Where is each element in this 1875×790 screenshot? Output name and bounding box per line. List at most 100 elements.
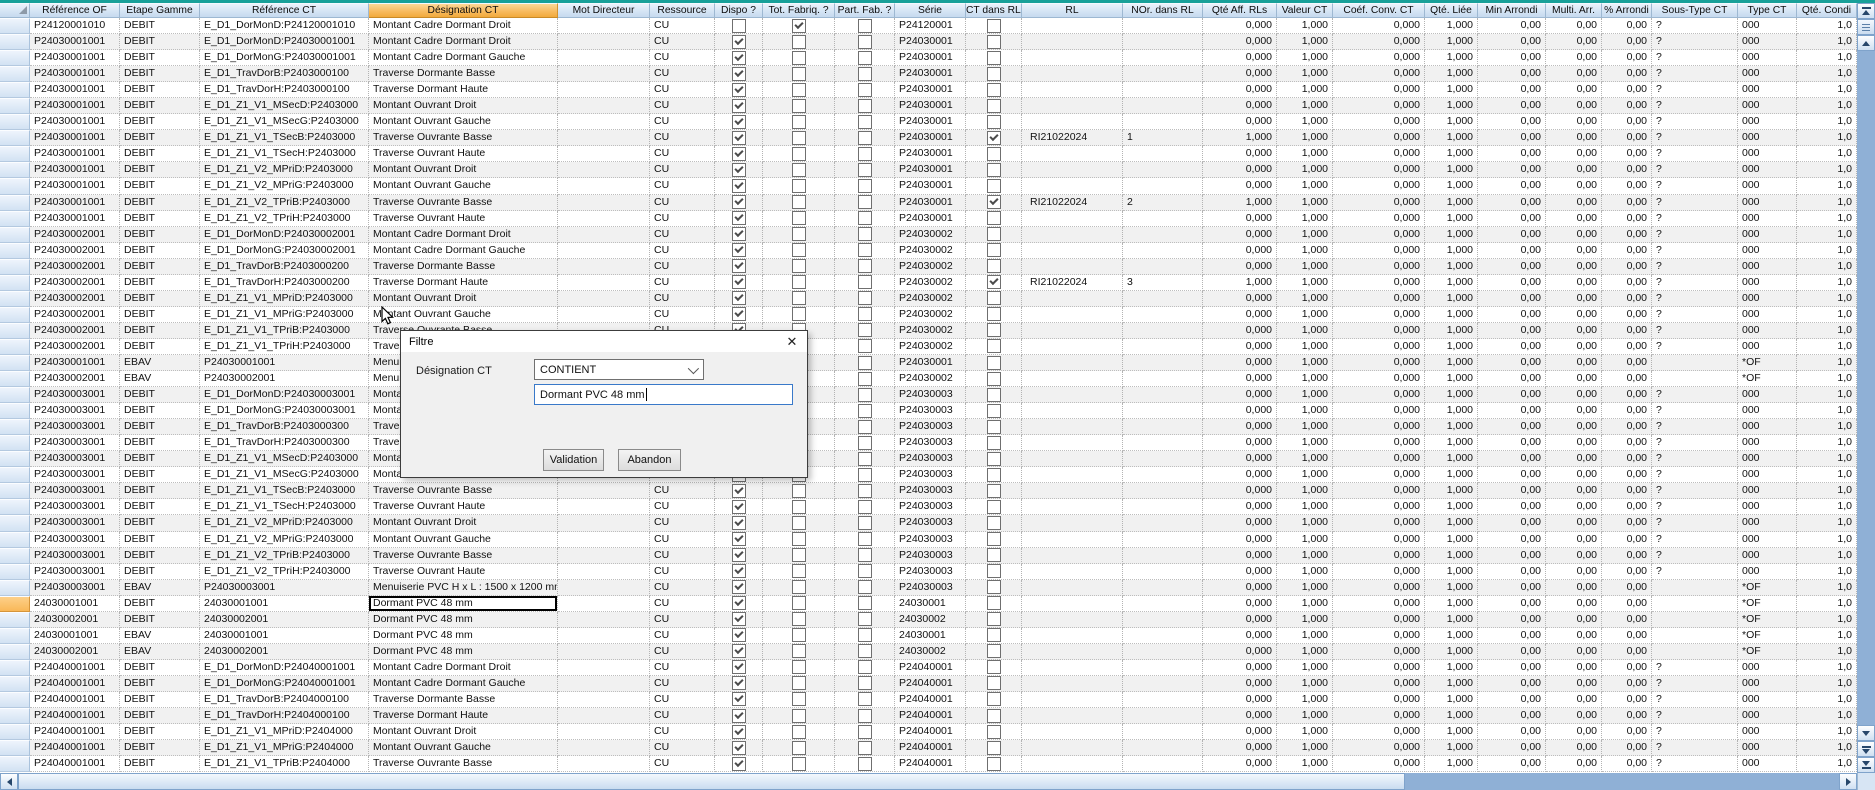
cell-tot_fabriq[interactable] xyxy=(763,146,835,162)
cell-part_fab[interactable] xyxy=(835,467,895,483)
cell-tot_fabriq[interactable] xyxy=(763,195,835,211)
cell-rl[interactable] xyxy=(1022,387,1123,403)
cell-ressource[interactable]: CU xyxy=(650,740,715,756)
cell-qte_condi[interactable]: 1,0 xyxy=(1797,162,1857,178)
cell-qte_liee[interactable]: 1,000 xyxy=(1425,596,1478,612)
cell-qte_aff_rls[interactable]: 0,000 xyxy=(1203,146,1277,162)
cell-rl[interactable] xyxy=(1022,307,1123,323)
cell-ref_ct[interactable]: E_D1_TravDorB:P2403000300 xyxy=(200,419,369,435)
cell-designation_ct[interactable]: Traverse Ouvrante Basse xyxy=(369,483,558,499)
cell-rl[interactable] xyxy=(1022,419,1123,435)
cell-valeur_ct[interactable]: 1,000 xyxy=(1277,371,1333,387)
cell-ref_of[interactable]: P24030003001 xyxy=(30,515,120,531)
row-header[interactable] xyxy=(0,98,30,114)
ct_dans_rl-checkbox[interactable] xyxy=(987,420,1001,434)
cell-multi_arr[interactable]: 0,00 xyxy=(1546,548,1602,564)
ct_dans_rl-checkbox[interactable] xyxy=(987,676,1001,690)
cell-mot_directeur[interactable] xyxy=(558,146,650,162)
cell-ressource[interactable]: CU xyxy=(650,146,715,162)
cell-qte_aff_rls[interactable]: 0,000 xyxy=(1203,355,1277,371)
cell-nor_dans_rl[interactable] xyxy=(1123,564,1203,580)
scroll-down-button[interactable] xyxy=(1857,725,1875,741)
cell-part_fab[interactable] xyxy=(835,499,895,515)
cell-qte_condi[interactable]: 1,0 xyxy=(1797,435,1857,451)
cell-etape_gamme[interactable]: DEBIT xyxy=(120,451,200,467)
cell-pct_arrondi[interactable]: 0,00 xyxy=(1602,82,1652,98)
cell-min_arrondi[interactable]: 0,00 xyxy=(1478,515,1546,531)
cell-part_fab[interactable] xyxy=(835,355,895,371)
cell-qte_liee[interactable]: 1,000 xyxy=(1425,195,1478,211)
cell-ref_ct[interactable]: E_D1_Z1_V2_TPriH:P2403000 xyxy=(200,211,369,227)
filter-value-input[interactable]: Dormant PVC 48 mm xyxy=(534,384,793,405)
cell-multi_arr[interactable]: 0,00 xyxy=(1546,371,1602,387)
cell-qte_aff_rls[interactable]: 0,000 xyxy=(1203,259,1277,275)
cell-min_arrondi[interactable]: 0,00 xyxy=(1478,499,1546,515)
cell-tot_fabriq[interactable] xyxy=(763,724,835,740)
cell-type_ct[interactable]: 000 xyxy=(1738,307,1797,323)
cell-nor_dans_rl[interactable] xyxy=(1123,243,1203,259)
cell-ressource[interactable]: CU xyxy=(650,162,715,178)
cell-type_ct[interactable]: 000 xyxy=(1738,275,1797,291)
cell-qte_aff_rls[interactable]: 0,000 xyxy=(1203,612,1277,628)
filter-dialog-titlebar[interactable]: Filtre ✕ xyxy=(401,331,807,352)
dispo-checkbox[interactable] xyxy=(732,612,746,626)
cell-tot_fabriq[interactable] xyxy=(763,307,835,323)
cell-multi_arr[interactable]: 0,00 xyxy=(1546,515,1602,531)
cell-ressource[interactable]: CU xyxy=(650,114,715,130)
cell-multi_arr[interactable]: 0,00 xyxy=(1546,339,1602,355)
cell-type_ct[interactable]: 000 xyxy=(1738,34,1797,50)
cell-pct_arrondi[interactable]: 0,00 xyxy=(1602,467,1652,483)
cell-dispo[interactable] xyxy=(715,162,763,178)
cell-rl[interactable] xyxy=(1022,756,1123,772)
row-header[interactable] xyxy=(0,227,30,243)
ct_dans_rl-checkbox[interactable] xyxy=(987,83,1001,97)
cell-nor_dans_rl[interactable] xyxy=(1123,515,1203,531)
cell-ressource[interactable]: CU xyxy=(650,130,715,146)
cell-qte_liee[interactable]: 1,000 xyxy=(1425,114,1478,130)
cell-min_arrondi[interactable]: 0,00 xyxy=(1478,724,1546,740)
close-icon[interactable]: ✕ xyxy=(777,331,807,352)
cell-coef_conv_ct[interactable]: 0,000 xyxy=(1333,499,1425,515)
cell-part_fab[interactable] xyxy=(835,419,895,435)
cell-mot_directeur[interactable] xyxy=(558,580,650,596)
cell-ct_dans_rl[interactable] xyxy=(966,259,1022,275)
cell-qte_liee[interactable]: 1,000 xyxy=(1425,756,1478,772)
cell-designation_ct[interactable]: Traverse Dormante Basse xyxy=(369,259,558,275)
row-header-selected[interactable] xyxy=(0,596,30,612)
cell-ref_of[interactable]: P24030003001 xyxy=(30,467,120,483)
cell-sous_type_ct[interactable] xyxy=(1652,371,1738,387)
cell-min_arrondi[interactable]: 0,00 xyxy=(1478,467,1546,483)
row-header[interactable] xyxy=(0,740,30,756)
cell-type_ct[interactable]: 000 xyxy=(1738,291,1797,307)
cell-ressource[interactable]: CU xyxy=(650,515,715,531)
cell-part_fab[interactable] xyxy=(835,162,895,178)
cell-nor_dans_rl[interactable] xyxy=(1123,211,1203,227)
row-header[interactable] xyxy=(0,548,30,564)
cell-multi_arr[interactable]: 0,00 xyxy=(1546,612,1602,628)
cell-coef_conv_ct[interactable]: 0,000 xyxy=(1333,564,1425,580)
cell-mot_directeur[interactable] xyxy=(558,227,650,243)
cell-mot_directeur[interactable] xyxy=(558,195,650,211)
cell-ressource[interactable]: CU xyxy=(650,564,715,580)
dispo-checkbox[interactable] xyxy=(732,195,746,209)
cell-sous_type_ct[interactable]: ? xyxy=(1652,82,1738,98)
cell-qte_aff_rls[interactable]: 0,000 xyxy=(1203,692,1277,708)
cell-type_ct[interactable]: 000 xyxy=(1738,692,1797,708)
cell-qte_condi[interactable]: 1,0 xyxy=(1797,532,1857,548)
cell-etape_gamme[interactable]: DEBIT xyxy=(120,82,200,98)
cell-pct_arrondi[interactable]: 0,00 xyxy=(1602,515,1652,531)
row-header[interactable] xyxy=(0,515,30,531)
cell-ref_of[interactable]: P24030002001 xyxy=(30,323,120,339)
cell-dispo[interactable] xyxy=(715,548,763,564)
part_fab-checkbox[interactable] xyxy=(858,339,872,353)
part_fab-checkbox[interactable] xyxy=(858,372,872,386)
cell-ct_dans_rl[interactable] xyxy=(966,82,1022,98)
cell-type_ct[interactable]: 000 xyxy=(1738,724,1797,740)
ct_dans_rl-checkbox[interactable] xyxy=(987,179,1001,193)
cell-nor_dans_rl[interactable] xyxy=(1123,612,1203,628)
cell-tot_fabriq[interactable] xyxy=(763,515,835,531)
ct_dans_rl-checkbox[interactable] xyxy=(987,388,1001,402)
cell-tot_fabriq[interactable] xyxy=(763,162,835,178)
dispo-checkbox[interactable] xyxy=(732,644,746,658)
cell-valeur_ct[interactable]: 1,000 xyxy=(1277,387,1333,403)
